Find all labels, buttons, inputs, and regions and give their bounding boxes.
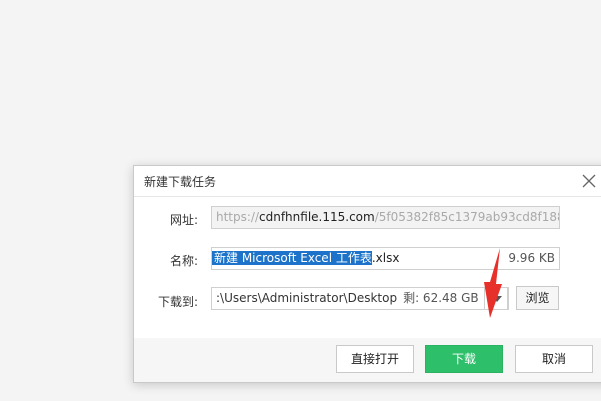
filename-extension: .xlsx <box>371 251 400 265</box>
filename-selected-text: 新建 Microsoft Excel 工作表 <box>212 251 372 265</box>
close-icon[interactable] <box>580 172 598 190</box>
red-arrow-annotation <box>484 248 502 318</box>
cancel-button[interactable]: 取消 <box>515 345 593 373</box>
url-field[interactable]: https://cdnfhnfile.115.com/5f05382f85c13… <box>211 206 560 229</box>
filename-field[interactable]: 新建 Microsoft Excel 工作表.xlsx 9.96 KB <box>211 247 560 270</box>
save-path-field[interactable]: :\Users\Administrator\Desktop 剩: 62.48 GB <box>211 287 509 310</box>
browse-button[interactable]: 浏览 <box>516 286 559 310</box>
title-divider <box>134 196 601 197</box>
open-directly-button[interactable]: 直接打开 <box>336 345 414 373</box>
save-path-value: :\Users\Administrator\Desktop <box>216 291 398 305</box>
path-label: 下载到: <box>157 295 198 309</box>
url-host: cdnfhnfile.115.com <box>259 210 375 224</box>
new-download-dialog: 新建下载任务 网址: https://cdnfhnfile.115.com/5f… <box>133 165 601 383</box>
url-rest: /5f05382f85c1379ab93cd8f18870 <box>374 210 560 224</box>
dialog-title: 新建下载任务 <box>144 175 217 189</box>
free-space: 剩: 62.48 GB <box>403 291 479 305</box>
url-prefix: https:// <box>216 210 260 224</box>
file-size: 9.96 KB <box>508 251 555 265</box>
url-label: 网址: <box>169 213 198 227</box>
dialog-titlebar: 新建下载任务 <box>134 166 601 196</box>
name-label: 名称: <box>169 254 198 268</box>
download-button[interactable]: 下载 <box>425 345 503 373</box>
